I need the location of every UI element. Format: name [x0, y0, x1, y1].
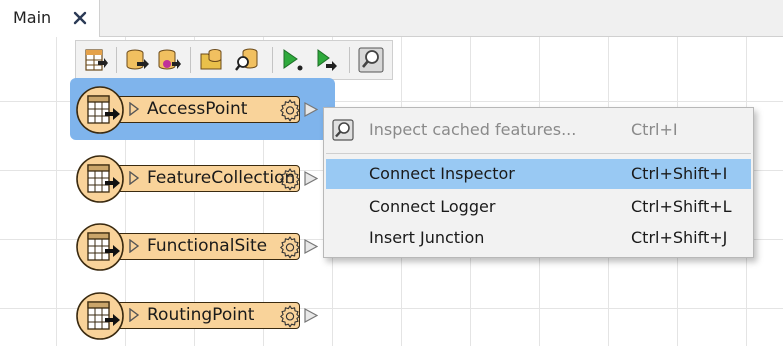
tab-label: Main — [13, 8, 52, 27]
menu-item-label: Insert Junction — [369, 228, 485, 247]
table-add-icon[interactable] — [83, 47, 109, 73]
gear-icon[interactable] — [278, 98, 302, 122]
menu-item-shortcut: Ctrl+Shift+L — [631, 197, 732, 216]
feature-type-node[interactable]: FeatureCollection — [70, 154, 330, 204]
tab-bar: Main — [0, 0, 783, 37]
menu-item-label: Inspect cached features... — [369, 120, 577, 139]
toolbar-separator — [190, 47, 191, 73]
search-db-icon[interactable] — [234, 47, 260, 73]
feature-type-node[interactable]: AccessPoint — [70, 85, 330, 135]
toolbar-separator — [272, 47, 273, 73]
output-port-icon[interactable] — [304, 171, 318, 186]
menu-item-insert-junction[interactable]: Insert Junction Ctrl+Shift+J — [326, 223, 751, 253]
menu-item-label: Connect Inspector — [369, 164, 515, 183]
db-gear-icon[interactable] — [156, 47, 182, 73]
expand-arrow-icon[interactable] — [128, 239, 140, 253]
inspect-icon[interactable] — [358, 47, 384, 73]
gear-icon[interactable] — [278, 304, 302, 328]
folder-db-icon[interactable] — [199, 47, 225, 73]
feature-type-node[interactable]: RoutingPoint — [70, 291, 330, 341]
table-reader-icon — [75, 222, 125, 272]
table-reader-icon — [75, 291, 125, 341]
canvas-toolbar — [75, 40, 393, 80]
expand-arrow-icon[interactable] — [128, 171, 140, 185]
output-port-icon[interactable] — [304, 239, 318, 254]
menu-item-shortcut: Ctrl+Shift+J — [631, 228, 728, 247]
gear-icon[interactable] — [278, 167, 302, 191]
node-label: RoutingPoint — [147, 305, 255, 325]
menu-item-inspect-cached-features: Inspect cached features... Ctrl+I — [326, 115, 751, 145]
node-label: FeatureCollection — [147, 168, 296, 188]
node-label: AccessPoint — [147, 99, 248, 119]
context-menu: Inspect cached features... Ctrl+I Connec… — [323, 107, 754, 258]
output-port-icon[interactable] — [304, 308, 318, 323]
table-reader-icon — [75, 154, 125, 204]
menu-item-shortcut: Ctrl+I — [631, 120, 678, 139]
menu-item-label: Connect Logger — [369, 197, 496, 216]
gear-icon[interactable] — [278, 235, 302, 259]
run-to-icon[interactable] — [314, 47, 340, 73]
output-port-icon[interactable] — [304, 102, 318, 117]
menu-item-shortcut: Ctrl+Shift+I — [631, 164, 728, 183]
toolbar-separator — [349, 47, 350, 73]
db-arrow-icon[interactable] — [124, 47, 150, 73]
menu-separator — [326, 153, 751, 154]
menu-item-connect-logger[interactable]: Connect Logger Ctrl+Shift+L — [326, 192, 751, 222]
feature-type-node[interactable]: FunctionalSite — [70, 222, 330, 272]
close-icon[interactable] — [72, 10, 88, 26]
inspect-icon — [332, 119, 354, 141]
tab-main[interactable]: Main — [0, 0, 100, 37]
run-icon[interactable] — [280, 47, 306, 73]
node-label: FunctionalSite — [147, 236, 268, 256]
expand-arrow-icon[interactable] — [128, 308, 140, 322]
toolbar-separator — [116, 47, 117, 73]
expand-arrow-icon[interactable] — [128, 102, 140, 116]
menu-item-connect-inspector[interactable]: Connect Inspector Ctrl+Shift+I — [326, 159, 751, 189]
table-reader-icon — [75, 85, 125, 135]
